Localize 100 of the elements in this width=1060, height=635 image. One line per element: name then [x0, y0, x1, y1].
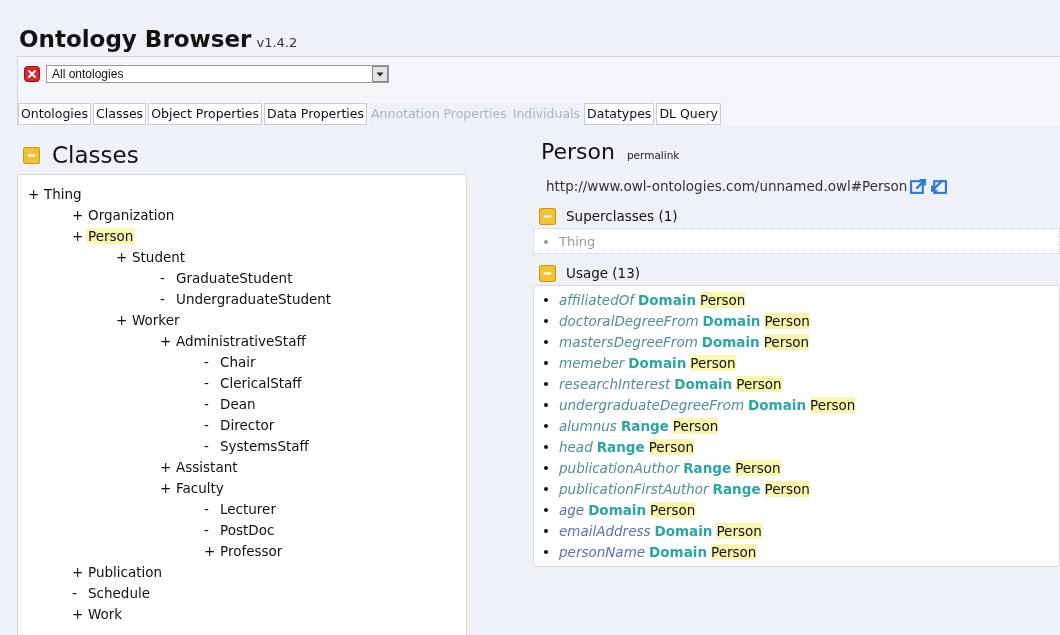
property-link[interactable]: age — [559, 501, 585, 518]
tree-item[interactable]: AdministrativeStaff — [174, 332, 308, 349]
tree-marker[interactable]: + — [160, 458, 174, 475]
property-link[interactable]: personName — [559, 543, 646, 560]
link-arrow-icon[interactable] — [930, 177, 948, 195]
class-link[interactable]: Person — [648, 438, 695, 455]
property-link[interactable]: head — [559, 438, 593, 455]
bullet-icon — [544, 339, 548, 344]
section-title: Usage (13) — [566, 265, 641, 281]
tree-item[interactable]: Student — [130, 248, 188, 265]
tree-marker[interactable]: - — [204, 416, 218, 433]
tab[interactable]: Ontologies — [18, 103, 92, 125]
relation-keyword: Domain — [701, 333, 760, 350]
property-link[interactable]: mastersDegreeFrom — [559, 333, 698, 350]
relation-keyword: Domain — [748, 396, 806, 413]
tree-item[interactable]: SystemsStaff — [218, 437, 311, 454]
tree-item[interactable]: Organization — [86, 206, 177, 223]
tree-marker[interactable]: - — [204, 521, 218, 538]
tab[interactable]: DL Query — [656, 103, 721, 125]
class-link[interactable]: Person — [690, 354, 736, 371]
tree-item[interactable]: Lecturer — [218, 500, 278, 517]
tree-item[interactable]: ClericalStaff — [218, 374, 304, 391]
property-link[interactable]: undergraduateDegreeFrom — [559, 396, 745, 413]
tab[interactable]: Datatypes — [584, 103, 655, 125]
property-link[interactable]: publicationFirstAuthor — [559, 480, 709, 497]
tree-item[interactable]: Dean — [218, 395, 258, 412]
tree-item[interactable]: Thing — [42, 185, 84, 202]
panel-title: Classes — [52, 142, 139, 168]
relation-keyword: Domain — [649, 543, 707, 560]
iri-text: http://www.owl-ontologies.com/unnamed.owl#Person — [546, 178, 908, 194]
relation-keyword: Domain — [588, 501, 647, 518]
tree-marker[interactable]: + — [160, 479, 174, 496]
class-link[interactable]: Person — [716, 522, 762, 539]
property-link[interactable]: alumnus — [559, 417, 617, 434]
tree-marker[interactable]: + — [116, 248, 130, 265]
class-link[interactable]: Person — [711, 543, 757, 560]
tree-marker[interactable]: - — [204, 500, 218, 517]
property-link[interactable]: researchInterest — [559, 375, 671, 392]
tree-marker[interactable]: + — [160, 332, 174, 349]
tree-marker[interactable]: - — [204, 395, 218, 412]
bullet-icon — [544, 297, 548, 302]
tree-marker[interactable]: + — [72, 605, 86, 622]
ontology-dropdown[interactable]: All ontologies — [46, 65, 389, 83]
class-link[interactable]: Person — [672, 417, 719, 434]
tree-item[interactable]: PostDoc — [218, 521, 277, 538]
relation-keyword: Domain — [628, 354, 687, 371]
tab[interactable]: Object Properties — [148, 103, 262, 125]
tree-item[interactable]: Work — [86, 605, 125, 622]
tree-marker[interactable]: + — [116, 311, 130, 328]
external-link-icon[interactable] — [910, 177, 928, 195]
property-link[interactable]: memeber — [559, 354, 625, 371]
class-link[interactable]: Person — [736, 375, 782, 392]
tree-item[interactable]: Professor — [218, 542, 285, 559]
class-link[interactable]: Person — [650, 501, 696, 518]
collapse-icon[interactable] — [539, 207, 556, 225]
property-link[interactable]: emailAddress — [559, 522, 651, 539]
tree-marker[interactable]: + — [72, 227, 86, 244]
tab[interactable]: Data Properties — [264, 103, 367, 125]
property-link[interactable]: publicationAuthor — [559, 459, 680, 476]
tree-marker[interactable]: - — [160, 269, 174, 286]
class-link[interactable]: Person — [763, 333, 810, 350]
tree-marker[interactable]: + — [28, 185, 42, 202]
tree-marker[interactable]: + — [72, 206, 86, 223]
property-link[interactable]: doctoralDegreeFrom — [559, 312, 699, 329]
bullet-icon — [544, 528, 548, 533]
tree-marker[interactable]: - — [160, 290, 174, 307]
relation-keyword: Range — [596, 438, 645, 455]
tree-item[interactable]: Director — [218, 416, 277, 433]
collapse-icon[interactable] — [539, 264, 556, 282]
tree-item[interactable]: UndergraduateStudent — [174, 290, 334, 307]
tree-item[interactable]: Chair — [218, 353, 258, 370]
tree-marker[interactable]: + — [72, 563, 86, 580]
bullet-icon — [544, 507, 548, 512]
permalink[interactable]: permalink — [626, 149, 680, 161]
collapse-icon[interactable] — [23, 146, 40, 164]
section-title: Superclasses (1) — [566, 208, 678, 224]
tree-item[interactable]: Assistant — [174, 458, 240, 475]
tab[interactable]: Classes — [93, 103, 147, 125]
relation-keyword: Domain — [654, 522, 713, 539]
tree-item[interactable]: Person — [86, 227, 136, 244]
close-icon[interactable] — [24, 66, 40, 82]
tree-item[interactable]: Publication — [86, 563, 165, 580]
class-link[interactable]: Person — [810, 396, 856, 413]
bullet-icon — [544, 549, 548, 554]
class-link[interactable]: Person — [735, 459, 781, 476]
tree-item[interactable]: Faculty — [174, 479, 226, 496]
tree-marker[interactable]: - — [204, 374, 218, 391]
tree-marker[interactable]: - — [204, 437, 218, 454]
tree-marker[interactable]: + — [204, 542, 218, 559]
tree-item[interactable]: Schedule — [86, 584, 153, 601]
tree-item[interactable]: GraduateStudent — [174, 269, 295, 286]
class-link[interactable]: Person — [700, 291, 746, 308]
class-link[interactable]: Person — [764, 312, 810, 329]
class-link[interactable]: Person — [764, 480, 810, 497]
tree-item[interactable]: Worker — [130, 311, 182, 328]
tree-marker[interactable]: - — [72, 584, 86, 601]
tree-marker[interactable]: - — [204, 353, 218, 370]
property-link[interactable]: affiliatedOf — [559, 291, 635, 308]
bullet-icon — [544, 423, 548, 428]
relation-keyword: Domain — [702, 312, 761, 329]
